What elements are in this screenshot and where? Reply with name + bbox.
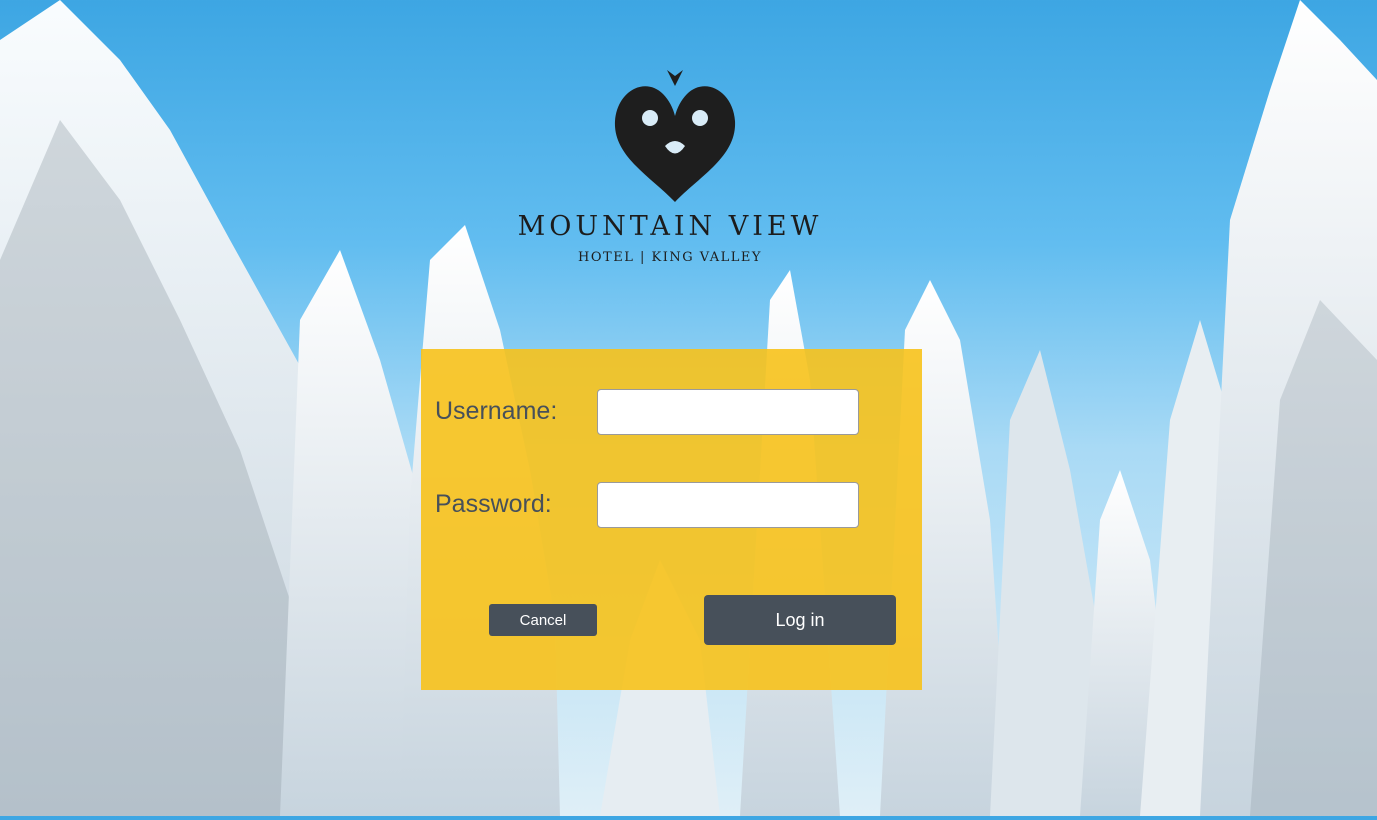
hotel-logo: MOUNTAIN VIEW HOTEL | KING VALLEY — [500, 66, 840, 272]
login-panel: Username: Password: Cancel Log in — [421, 349, 922, 690]
cancel-button[interactable]: Cancel — [489, 604, 597, 636]
login-button[interactable]: Log in — [704, 595, 896, 645]
logo-subtitle: HOTEL | KING VALLEY — [578, 250, 762, 265]
username-label: Username: — [435, 397, 558, 425]
password-input[interactable] — [597, 482, 859, 528]
ornamental-heart-emblem-icon — [614, 70, 736, 202]
username-input[interactable] — [597, 389, 859, 435]
password-label: Password: — [435, 490, 552, 518]
logo-title: MOUNTAIN VIEW — [517, 211, 823, 242]
